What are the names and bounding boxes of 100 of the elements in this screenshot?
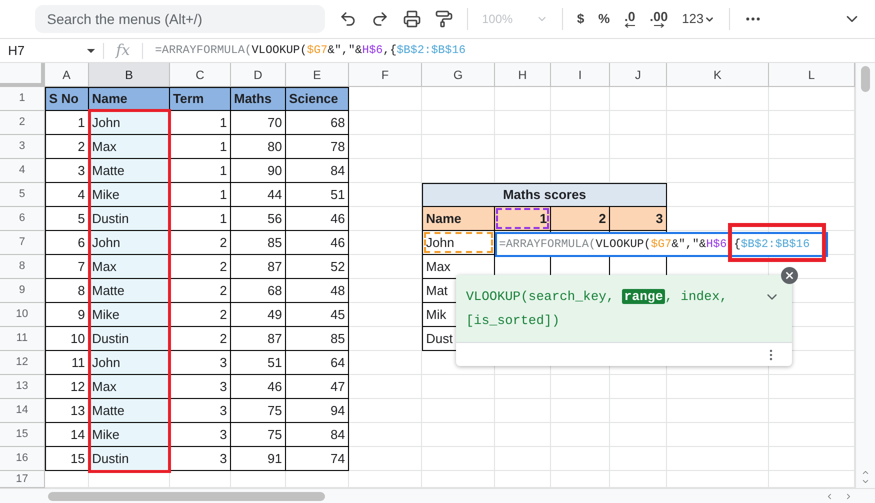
column-header[interactable]: A: [45, 63, 89, 87]
column-header[interactable]: D: [231, 63, 286, 87]
table-cell: 5: [45, 207, 89, 231]
scroll-right-icon[interactable]: [844, 492, 853, 500]
column-header[interactable]: J: [610, 63, 667, 87]
search-field[interactable]: Search the menus (Alt+/): [35, 5, 325, 33]
table-cell: 44: [231, 183, 286, 207]
table-cell: 3: [170, 423, 231, 447]
print-icon[interactable]: [403, 10, 421, 28]
row-header[interactable]: 7: [0, 231, 45, 255]
table-cell: 3: [170, 375, 231, 399]
table-cell: Matte: [89, 399, 170, 423]
table-cell: 87: [231, 255, 286, 279]
table-cell: Dustin: [89, 447, 170, 471]
row-header[interactable]: 11: [0, 327, 45, 351]
scrollbar-thumb[interactable]: [861, 66, 870, 92]
table-cell: 14: [45, 423, 89, 447]
table-cell: Max: [422, 255, 495, 279]
row-header[interactable]: 1: [0, 87, 45, 111]
table-cell: 1: [45, 111, 89, 135]
column-title: 3: [610, 207, 667, 231]
table-cell: 3: [170, 447, 231, 471]
scroll-up-icon[interactable]: [861, 468, 870, 477]
select-all-corner[interactable]: [0, 63, 45, 87]
column-header[interactable]: E: [286, 63, 349, 87]
row-header[interactable]: 10: [0, 303, 45, 327]
table-cell: 7: [45, 255, 89, 279]
table-cell: 84: [286, 159, 349, 183]
table-cell: Mike: [89, 303, 170, 327]
table-cell: Dustin: [89, 207, 170, 231]
table-cell: 2: [170, 255, 231, 279]
table-cell: 2: [45, 135, 89, 159]
scrollbar-thumb[interactable]: [48, 492, 325, 500]
formula-text: =ARRAYFORMULA(VLOOKUP($G7&","&H$6,{$B$2:$B$16: [155, 42, 466, 59]
row-header[interactable]: 16: [0, 447, 45, 471]
table-cell: Dustin: [89, 327, 170, 351]
table-cell: 12: [45, 375, 89, 399]
column-header[interactable]: B: [89, 63, 170, 87]
decrease-decimal-button[interactable]: .0: [624, 10, 636, 28]
column-header[interactable]: C: [170, 63, 231, 87]
table-cell: 9: [45, 303, 89, 327]
table-cell: 78: [286, 135, 349, 159]
number-format-dropdown[interactable]: 123: [682, 9, 715, 29]
paint-roller-icon[interactable]: [435, 10, 453, 28]
format-button[interactable]: %: [598, 9, 610, 29]
table-cell: 51: [286, 183, 349, 207]
table-cell: 3: [45, 159, 89, 183]
name-box[interactable]: H7: [0, 39, 103, 62]
row-header[interactable]: 14: [0, 399, 45, 423]
row-header[interactable]: 6: [0, 207, 45, 231]
merged-title-cell: Maths scores: [422, 183, 667, 207]
table-cell: 2: [170, 279, 231, 303]
undo-icon[interactable]: [339, 10, 357, 28]
column-header[interactable]: F: [349, 63, 422, 87]
table-cell: 8: [45, 279, 89, 303]
column-title: Science: [286, 87, 349, 111]
column-title: Maths: [231, 87, 286, 111]
table-cell: Mike: [89, 183, 170, 207]
table-cell: 10: [45, 327, 89, 351]
table-cell: 51: [231, 351, 286, 375]
right-arrow-icon: [652, 23, 665, 28]
vertical-scrollbar[interactable]: [855, 63, 875, 488]
table-cell: 85: [286, 327, 349, 351]
horizontal-scrollbar[interactable]: [0, 488, 875, 503]
redo-icon[interactable]: [371, 10, 389, 28]
row-header[interactable]: 17: [0, 471, 45, 488]
column-header[interactable]: L: [769, 63, 855, 87]
row-header[interactable]: 15: [0, 423, 45, 447]
row-header[interactable]: 8: [0, 255, 45, 279]
column-title: 2: [551, 207, 610, 231]
table-cell: 56: [231, 207, 286, 231]
table-cell: 74: [286, 447, 349, 471]
column-header[interactable]: H: [495, 63, 551, 87]
table-cell: John: [89, 111, 170, 135]
table-cell: 48: [286, 279, 349, 303]
table-cell: 46: [231, 375, 286, 399]
scroll-down-icon[interactable]: [861, 477, 870, 486]
row-header[interactable]: 3: [0, 135, 45, 159]
formula-text: =ARRAYFORMULA(VLOOKUP($G7&","&H$6 {$B$2:$B$16: [499, 236, 810, 254]
format-button[interactable]: $: [577, 9, 584, 29]
column-header[interactable]: K: [667, 63, 769, 87]
table-cell: Max: [89, 255, 170, 279]
table-cell: John: [89, 351, 170, 375]
scroll-left-icon[interactable]: [825, 492, 834, 500]
column-header[interactable]: G: [422, 63, 495, 87]
column-header[interactable]: I: [551, 63, 610, 87]
row-header[interactable]: 12: [0, 351, 45, 375]
table-cell: 2: [170, 303, 231, 327]
table-cell: 46: [286, 207, 349, 231]
row-header[interactable]: 5: [0, 183, 45, 207]
table-cell: 1: [170, 183, 231, 207]
increase-decimal-button[interactable]: .00: [650, 10, 668, 28]
row-header[interactable]: 13: [0, 375, 45, 399]
row-header[interactable]: 4: [0, 159, 45, 183]
left-arrow-icon: [624, 23, 636, 28]
row-header[interactable]: 2: [0, 111, 45, 135]
table-cell: 46: [286, 231, 349, 255]
row-header[interactable]: 9: [0, 279, 45, 303]
table-cell: 15: [45, 447, 89, 471]
table-cell: 2: [170, 231, 231, 255]
